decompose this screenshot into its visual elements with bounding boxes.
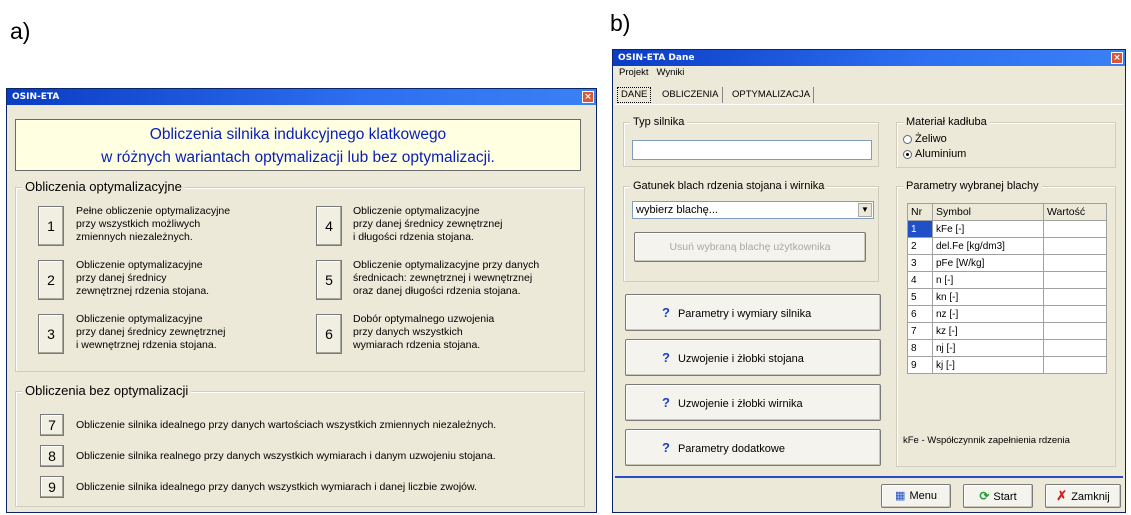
option-1-button[interactable]: 1 [38,206,64,246]
window-title-bar: OSIN-ETA × [7,89,596,105]
sheet-parameters-table: Nr Symbol Wartość 1 kFe [-] 2 del.Fe [kg/d… [907,203,1107,374]
option-6-description: Dobór optymalnego uzwojenia przy danych … [353,313,495,351]
refresh-icon: ⟳ [979,489,990,503]
close-button[interactable]: × [1111,52,1123,64]
menu-projekt[interactable]: Projekt [619,67,649,78]
menu-bar: Projekt Wyniki [619,67,684,78]
table-row[interactable]: 8 nj [-] [907,339,1107,357]
option-6-button[interactable]: 6 [316,314,342,354]
kfe-note: kFe - Współczynnik zapełnienia rdzenia [903,435,1070,446]
option-8-description: Obliczenie silnika realnego przy danych … [76,450,496,462]
table-row[interactable]: 1 kFe [-] [907,220,1107,238]
option-7-button[interactable]: 7 [40,414,64,436]
housing-material-title: Materiał kadłuba [903,116,990,128]
close-window-button[interactable]: ✗ Zamknij [1045,484,1121,508]
sheet-grade-group: Gatunek blach rdzenia stojana i wirnika … [623,180,879,282]
optimization-group: Obliczenia optymalizacyjne 1 Pełne oblic… [15,179,585,372]
option-2-button[interactable]: 2 [38,260,64,300]
radio-selected-icon [903,149,912,159]
start-button[interactable]: ⟳ Start [963,484,1033,508]
option-3-button[interactable]: 3 [38,314,64,354]
tab-optymalizacja[interactable]: OPTYMALIZACJA [729,87,815,103]
chevron-down-icon[interactable]: ▼ [858,203,872,217]
option-4-description: Obliczenie optymalizacyjne przy danej śr… [353,205,503,243]
tab-obliczenia[interactable]: OBLICZENIA [659,87,723,103]
table-row[interactable]: 9 kj [-] [907,356,1107,374]
engine-type-input[interactable] [632,140,872,160]
option-5-button[interactable]: 5 [316,260,342,300]
sheet-grade-title: Gatunek blach rdzenia stojana i wirnika [630,180,828,192]
help-icon: ? [662,395,670,410]
tab-dane[interactable]: DANE [617,87,652,103]
option-9-button[interactable]: 9 [40,476,64,498]
banner-line-2: w różnych wariantach optymalizacji lub b… [101,149,495,166]
help-icon: ? [662,440,670,455]
panel-label-b: b) [610,10,631,36]
column-header-nr: Nr [907,203,933,221]
window-title: OSIN-ETA [12,92,60,102]
engine-type-title: Typ silnika [630,116,688,128]
panel-label-a: a) [10,18,31,44]
data-window: OSIN-ETA Dane × Projekt Wyniki DANE OBLI… [612,49,1126,513]
column-header-value: Wartość [1043,203,1107,221]
sheet-grade-select[interactable]: wybierz blachę... ▼ [632,201,874,219]
option-8-button[interactable]: 8 [40,445,64,467]
tab-separator [615,104,1123,105]
no-optimization-group: Obliczenia bez optymalizacji 7 Obliczeni… [15,383,585,507]
menu-wyniki[interactable]: Wyniki [657,67,685,78]
table-row[interactable]: 4n [-] [907,271,1107,289]
additional-parameters-button[interactable]: ? Parametry dodatkowe [625,429,881,466]
sheet-parameters-title: Parametry wybranej blachy [903,180,1042,192]
tab-bar: DANE OBLICZENIA OPTYMALIZACJA [617,87,857,103]
material-option-zeliwo[interactable]: Żeliwo [903,132,966,147]
option-4-button[interactable]: 4 [316,206,342,246]
table-row[interactable]: 3 pFe [W/kg] [907,254,1107,272]
window-title: OSIN-ETA Dane [618,53,695,63]
optimization-group-title: Obliczenia optymalizacyjne [22,179,185,194]
remove-sheet-button[interactable]: Usuń wybraną blachę użytkownika [634,232,866,262]
table-row[interactable]: 5 kn [-] [907,288,1107,306]
sheet-parameters-group: Parametry wybranej blachy Nr Symbol Wart… [896,180,1116,467]
bottom-separator [615,476,1123,478]
material-option-aluminium[interactable]: Aluminium [903,147,966,162]
table-row[interactable]: 2 del.Fe [kg/dm3] [907,237,1107,255]
option-9-description: Obliczenie silnika idealnego przy danych… [76,481,477,493]
option-7-description: Obliczenie silnika idealnego przy danych… [76,419,497,431]
stator-winding-button[interactable]: ? Uzwojenie i żłobki stojana [625,339,881,376]
close-button[interactable]: × [582,91,594,103]
option-2-description: Obliczenie optymalizacyjne przy danej śr… [76,259,210,297]
menu-button[interactable]: ▦ Menu [881,484,951,508]
radio-icon [903,134,912,144]
option-5-description: Obliczenie optymalizacyjne przy danych ś… [353,259,540,297]
housing-material-group: Materiał kadłuba Żeliwo Aluminium [896,116,1116,168]
column-header-symbol: Symbol [932,203,1044,221]
banner-line-1: Obliczenia silnika indukcyjnego klatkowe… [149,126,447,143]
help-icon: ? [662,350,670,365]
option-3-description: Obliczenie optymalizacyjne przy danej śr… [76,313,226,351]
main-menu-window: OSIN-ETA × Obliczenia silnika indukcyjne… [6,88,597,513]
grid-icon: ▦ [895,490,906,502]
option-1-description: Pełne obliczenie optymalizacyjne przy ws… [76,205,231,243]
window-title-bar: OSIN-ETA Dane × [613,50,1125,66]
rotor-winding-button[interactable]: ? Uzwojenie i żłobki wirnika [625,384,881,421]
engine-type-group: Typ silnika [623,116,879,167]
info-banner: Obliczenia silnika indukcyjnego klatkowe… [15,119,581,171]
help-icon: ? [662,305,670,320]
engine-parameters-button[interactable]: ? Parametry i wymiary silnika [625,294,881,331]
table-row[interactable]: 6 nz [-] [907,305,1107,323]
close-icon: ✗ [1056,488,1068,503]
no-optimization-group-title: Obliczenia bez optymalizacji [22,383,192,398]
table-row[interactable]: 7 kz [-] [907,322,1107,340]
